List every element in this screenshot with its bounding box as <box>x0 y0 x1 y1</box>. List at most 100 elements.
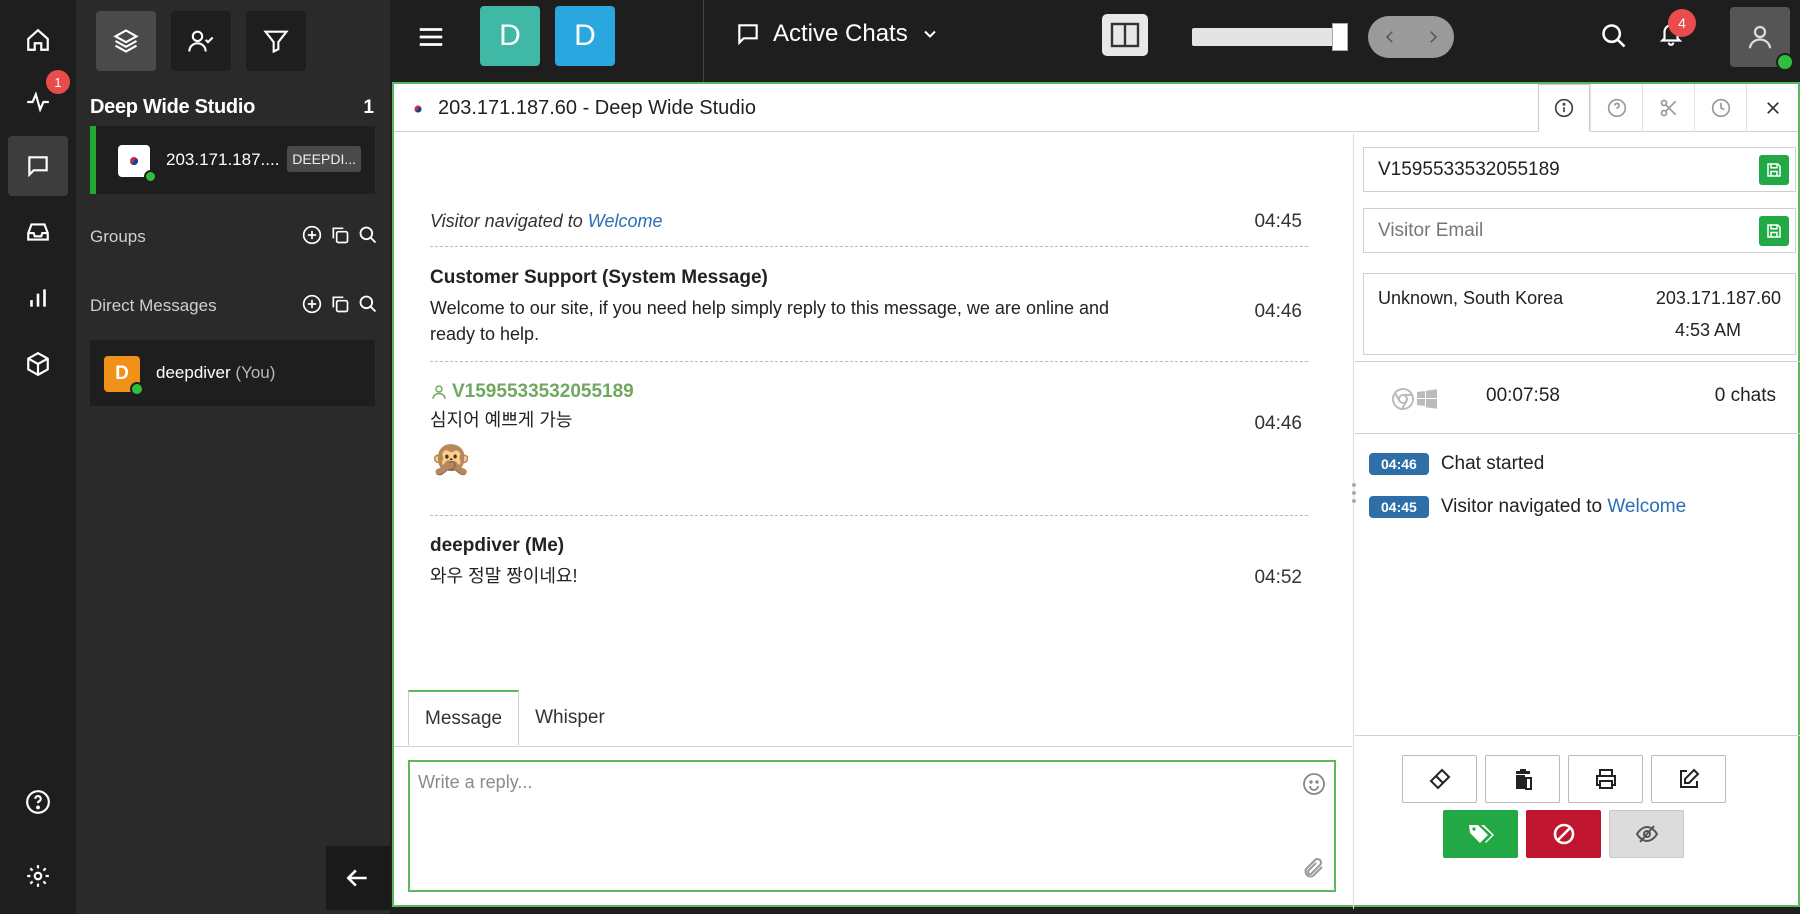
online-status-dot <box>130 382 144 396</box>
nav-event-message: Visitor navigated to Welcome 04:45 <box>430 211 1302 232</box>
message-body: 와우 정말 짱이네요! <box>430 566 578 586</box>
reply-input[interactable] <box>410 762 1334 890</box>
groups-label: Groups <box>90 227 146 246</box>
chat-duration: 00:07:58 <box>1486 385 1560 406</box>
tags-button[interactable] <box>1443 810 1518 858</box>
help-button[interactable] <box>8 772 68 832</box>
ticket-button[interactable] <box>1402 755 1477 803</box>
chevron-left-icon[interactable] <box>1381 28 1399 46</box>
message-sender: V1595533532055189 <box>430 381 1308 403</box>
tab-info[interactable] <box>1538 84 1590 132</box>
hide-button[interactable] <box>1609 810 1684 858</box>
active-chats-dropdown[interactable]: Active Chats <box>735 20 940 48</box>
icon-rail: 1 <box>0 0 76 914</box>
message-sender: Customer Support (System Message) <box>430 267 768 288</box>
divider <box>1355 735 1800 736</box>
chat-item-tag: DEEPDI... <box>287 146 361 172</box>
inbox-button[interactable] <box>8 202 68 262</box>
chevron-right-icon[interactable] <box>1424 28 1442 46</box>
menu-button[interactable] <box>416 22 446 52</box>
user-menu-button[interactable] <box>1730 7 1794 71</box>
settings-button[interactable] <box>8 846 68 906</box>
tab-whisper[interactable]: Whisper <box>519 690 621 745</box>
korea-flag-icon <box>408 101 428 116</box>
welcome-link[interactable]: Welcome <box>588 211 663 231</box>
timeline-text: Visitor navigated to Welcome <box>1440 496 1687 517</box>
resize-handle[interactable] <box>1352 483 1356 503</box>
tab-help[interactable] <box>1590 84 1642 132</box>
transcript-button[interactable] <box>1485 755 1560 803</box>
welcome-link[interactable]: Welcome <box>1607 496 1686 517</box>
divider <box>1355 361 1800 362</box>
department-d2-button[interactable]: D <box>555 6 615 66</box>
message-separator <box>430 361 1308 362</box>
visitor-local-time: 4:53 AM <box>1674 320 1741 340</box>
home-icon <box>27 28 49 51</box>
eye-slash-icon <box>1635 825 1658 843</box>
copy-group-icon[interactable] <box>330 225 350 245</box>
ban-visitor-button[interactable] <box>1526 810 1601 858</box>
copy-dm-icon[interactable] <box>330 294 350 314</box>
inbox-icon <box>27 223 49 241</box>
message-time: 04:46 <box>1254 413 1302 434</box>
visitor-name-field <box>1363 147 1796 192</box>
system-message: Customer Support (System Message) Welcom… <box>430 267 1308 347</box>
chat-window-tabs <box>1538 84 1798 132</box>
add-group-icon[interactable] <box>302 225 322 245</box>
assigned-users-button[interactable] <box>171 11 231 71</box>
search-button[interactable] <box>1600 22 1628 50</box>
notifications-button[interactable]: 4 <box>1658 9 1696 48</box>
activity-button[interactable]: 1 <box>8 70 70 132</box>
timeline-time-badge: 04:46 <box>1369 453 1429 475</box>
gear-icon <box>27 865 49 887</box>
package-button[interactable] <box>8 334 68 394</box>
layers-button[interactable] <box>96 11 156 71</box>
user-icon <box>1748 25 1772 49</box>
reports-button[interactable] <box>8 268 68 328</box>
add-dm-icon[interactable] <box>302 294 322 314</box>
tab-message[interactable]: Message <box>408 690 520 745</box>
online-status-dot <box>144 170 157 183</box>
search-group-icon[interactable] <box>358 225 378 245</box>
department-d1-button[interactable]: D <box>480 6 540 66</box>
visitor-name-input[interactable] <box>1364 148 1795 191</box>
tab-canned[interactable] <box>1642 84 1694 132</box>
columns-icon <box>1110 22 1140 48</box>
edit-button[interactable] <box>1651 755 1726 803</box>
active-chats-label: Active Chats <box>773 20 908 47</box>
message-separator <box>430 515 1308 516</box>
chats-button[interactable] <box>8 136 68 196</box>
composer-tabs: Message Whisper <box>408 690 621 745</box>
layout-toggle-button[interactable] <box>1102 14 1148 56</box>
chat-pager <box>1368 16 1454 58</box>
save-email-button[interactable] <box>1759 216 1789 246</box>
active-chat-item[interactable]: 203.171.187.... DEEPDI... <box>90 126 375 194</box>
close-chat-button[interactable] <box>1746 84 1798 132</box>
tab-history[interactable] <box>1694 84 1746 132</box>
info-icon <box>1554 98 1574 118</box>
message-time: 04:46 <box>1254 301 1302 322</box>
filter-icon <box>263 30 289 54</box>
visitor-email-field <box>1363 208 1796 253</box>
save-name-button[interactable] <box>1759 155 1789 185</box>
avatar: D <box>104 356 144 396</box>
zoom-slider[interactable] <box>1192 23 1348 51</box>
divider <box>1355 433 1800 434</box>
edit-icon <box>1679 768 1699 788</box>
collapse-sidebar-button[interactable] <box>326 846 390 910</box>
attachment-icon[interactable] <box>1302 856 1326 880</box>
dm-user-name: deepdiver (You) <box>156 363 276 382</box>
reports-icon <box>30 289 46 307</box>
slider-thumb[interactable] <box>1332 23 1348 51</box>
filter-button[interactable] <box>246 11 306 71</box>
print-button[interactable] <box>1568 755 1643 803</box>
emoji-icon[interactable] <box>1302 772 1326 796</box>
visitor-email-input[interactable] <box>1364 209 1795 252</box>
search-dm-icon[interactable] <box>358 294 378 314</box>
home-button[interactable] <box>8 10 68 70</box>
timeline-item: 04:46 Chat started <box>1369 453 1544 475</box>
scissors-icon <box>1660 99 1676 117</box>
dm-item-self[interactable]: D deepdiver (You) <box>90 340 375 406</box>
activity-badge: 1 <box>46 70 70 94</box>
clipboard-icon <box>1515 769 1532 790</box>
